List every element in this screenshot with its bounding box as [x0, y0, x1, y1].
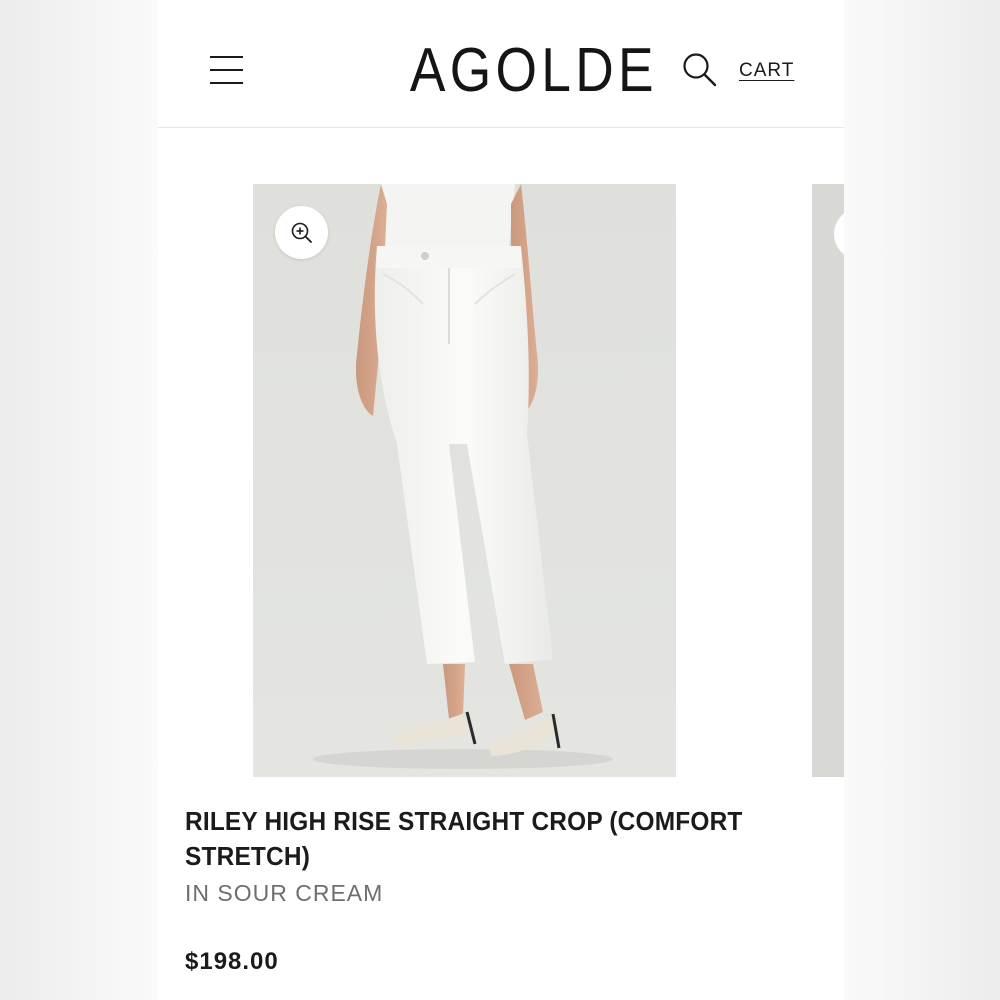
site-header: AGOLDE CART [158, 0, 844, 128]
brand-logo[interactable]: AGOLDE [410, 36, 654, 106]
zoom-in-icon [291, 222, 312, 243]
hamburger-line [210, 82, 243, 84]
zoom-button[interactable] [275, 206, 328, 259]
hamburger-line [210, 69, 243, 71]
product-color: IN SOUR CREAM [185, 880, 384, 906]
search-icon [683, 53, 717, 87]
search-button[interactable] [681, 51, 719, 89]
product-price: $198.00 [185, 948, 279, 975]
product-image[interactable] [253, 184, 676, 777]
next-product-image[interactable] [812, 184, 844, 777]
hamburger-menu-icon [210, 56, 243, 58]
menu-button[interactable] [208, 52, 244, 88]
product-title[interactable]: RILEY HIGH RISE STRAIGHT CROP (COMFORT S… [185, 804, 768, 874]
zoom-button-peek [834, 208, 844, 260]
mobile-page: AGOLDE CART RILEY HIGH RISE STRAIGHT CRO… [158, 0, 844, 1000]
product-photo [253, 184, 676, 777]
cart-link[interactable]: CART [739, 60, 794, 82]
